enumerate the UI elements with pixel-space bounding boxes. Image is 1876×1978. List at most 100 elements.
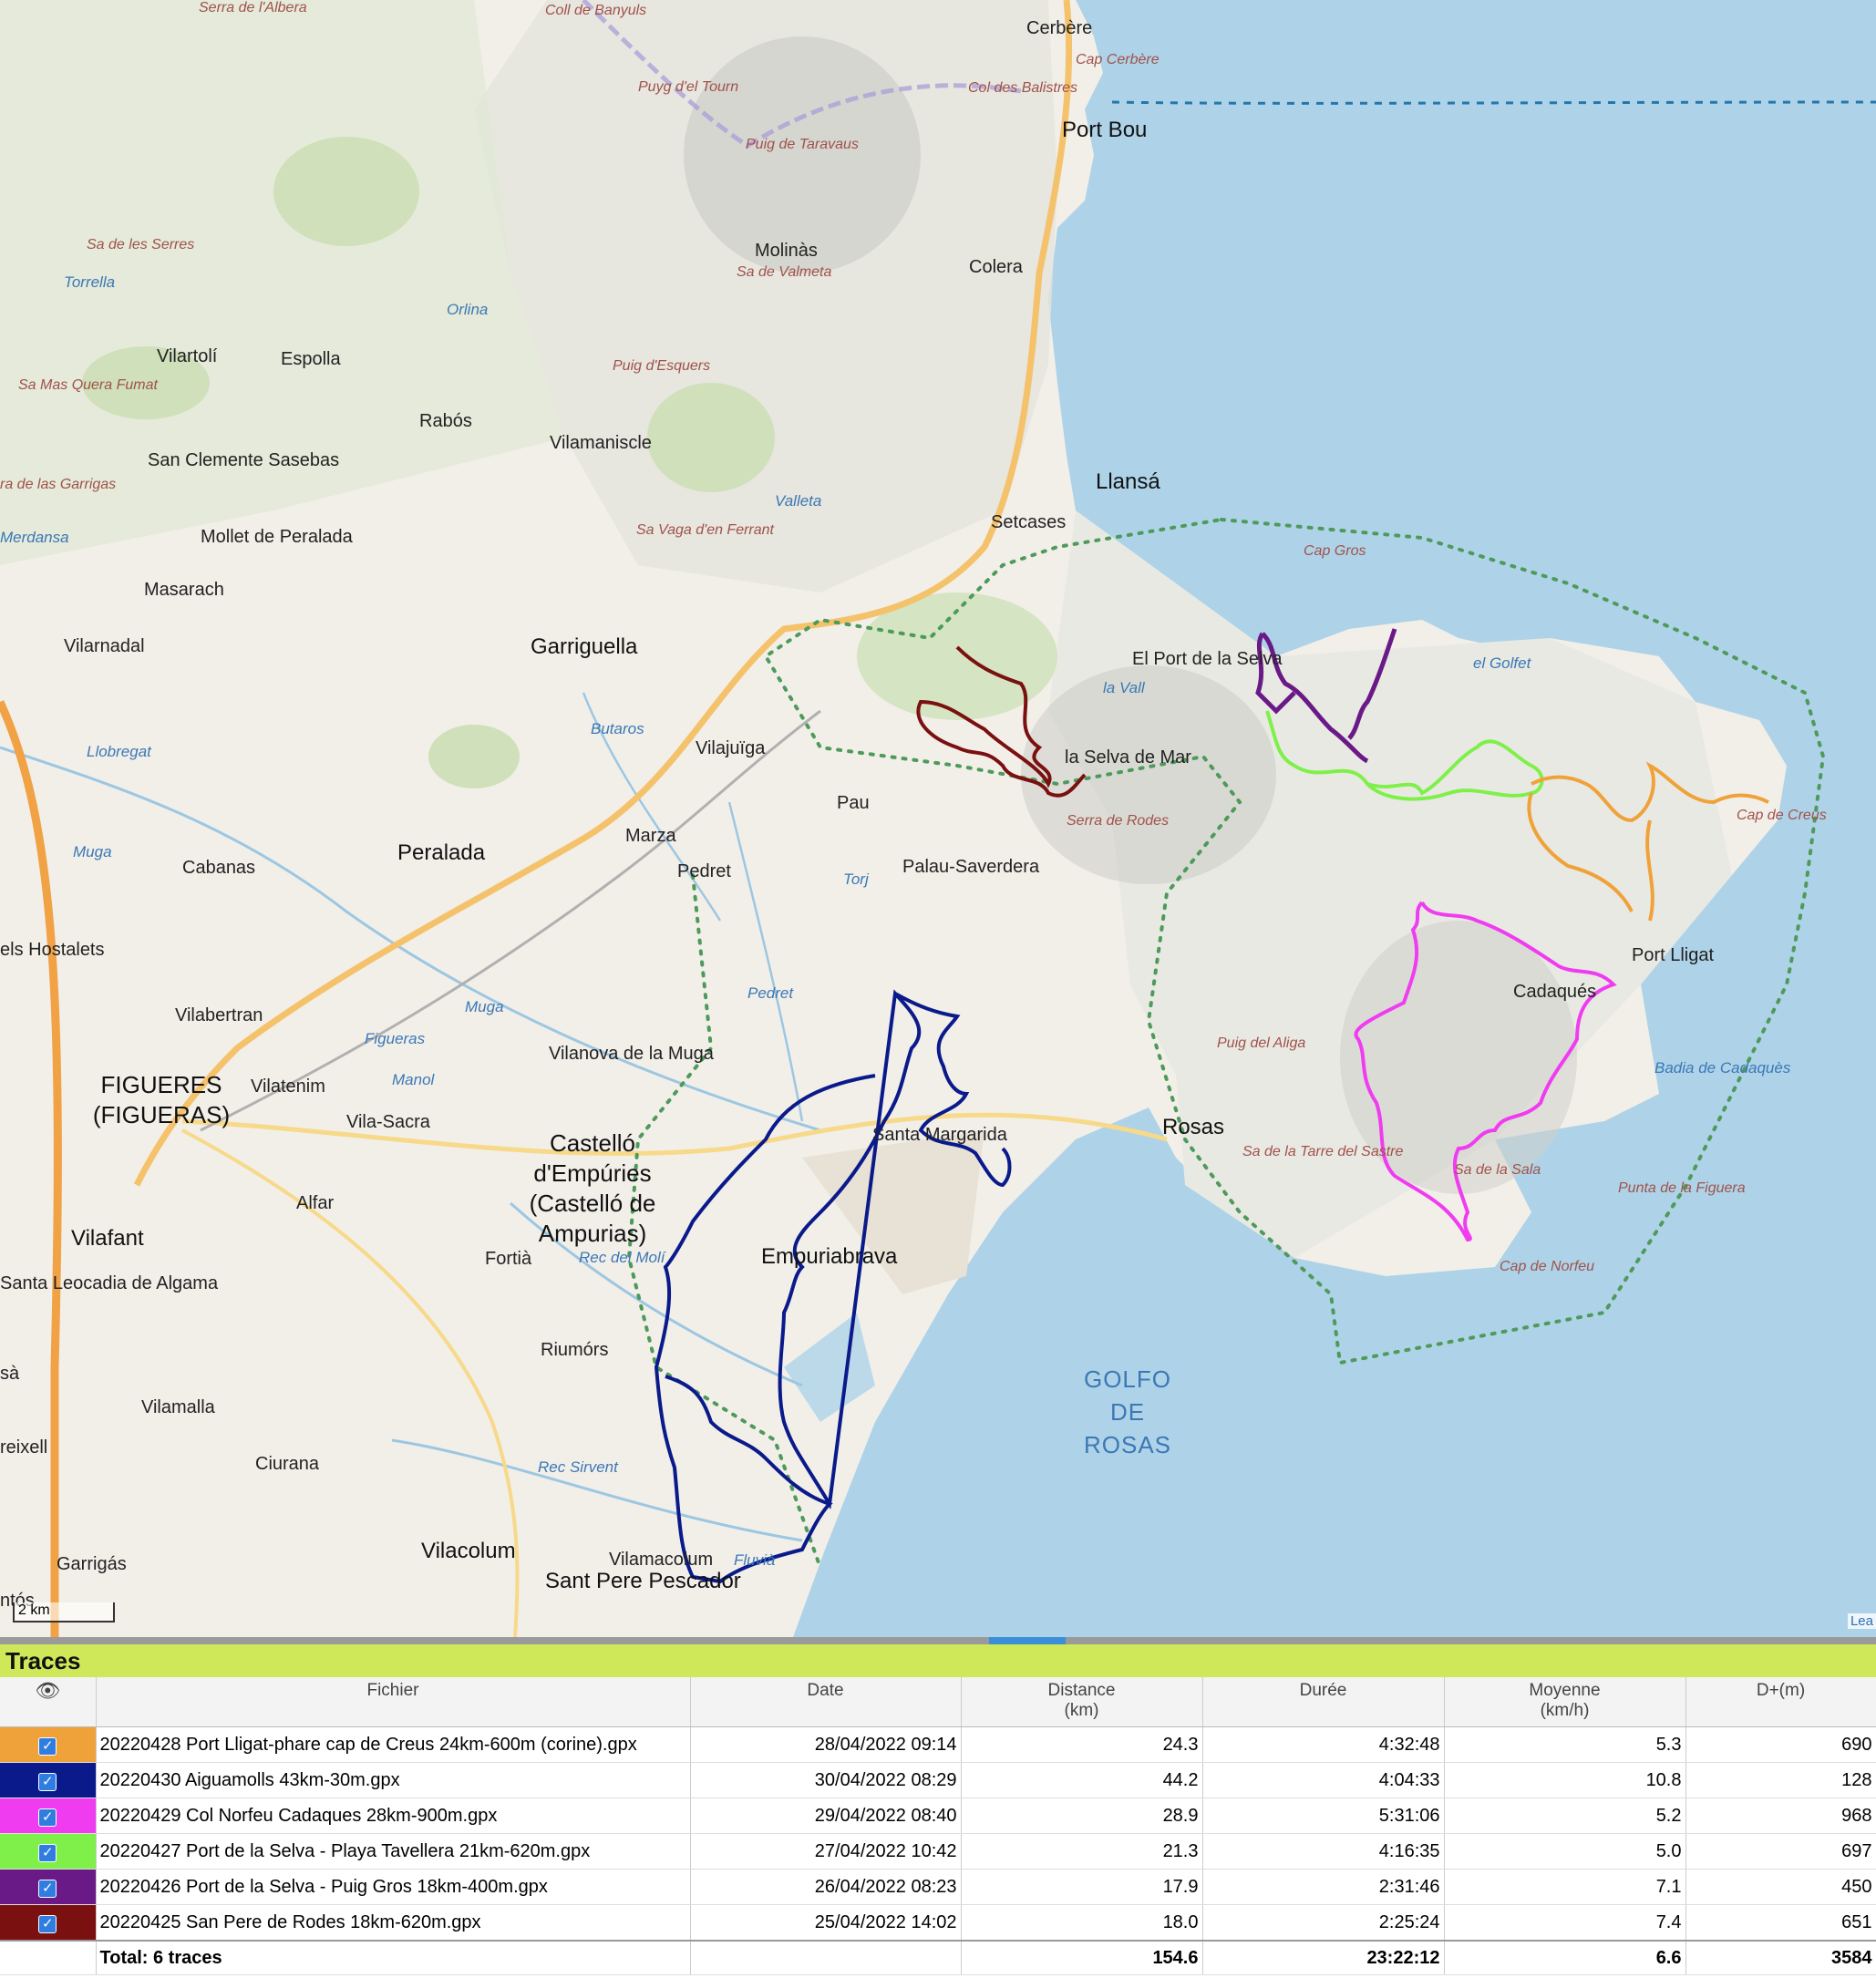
place-label: Rec Sirvent bbox=[538, 1458, 618, 1476]
trace-color-swatch[interactable]: ✓ bbox=[0, 1904, 97, 1942]
visibility-checkbox[interactable]: ✓ bbox=[38, 1843, 57, 1862]
trace-row[interactable]: ✓ 20220427 Port de la Selva - Playa Tavel… bbox=[0, 1833, 1876, 1870]
trace-row[interactable]: ✓ 20220430 Aiguamolls 43km-30m.gpx 30/04/2… bbox=[0, 1762, 1876, 1798]
average-column-header[interactable]: Moyenne (km/h) bbox=[1444, 1677, 1686, 1727]
duration-cell: 4:04:33 bbox=[1202, 1762, 1445, 1798]
place-label: Vilamaniscle bbox=[550, 433, 652, 453]
place-label: Fortià bbox=[485, 1249, 532, 1269]
map-view[interactable]: Serra de l'Albera Coll de Banyuls Cerbère C… bbox=[0, 0, 1876, 1637]
place-label: Puig de Taravaus bbox=[746, 137, 859, 152]
average-cell: 7.4 bbox=[1444, 1904, 1686, 1942]
place-label: els Hostalets bbox=[0, 940, 105, 960]
trace-row[interactable]: ✓ 20220426 Port de la Selva - Puig Gros 1… bbox=[0, 1869, 1876, 1905]
splitter-grip[interactable] bbox=[989, 1637, 1066, 1644]
place-label: Llobregat bbox=[87, 743, 151, 760]
date-cell: 29/04/2022 08:40 bbox=[690, 1798, 962, 1834]
place-label: Cerbère bbox=[1026, 18, 1093, 38]
place-label: Masarach bbox=[144, 580, 224, 600]
place-label: Puyg d'el Tourn bbox=[638, 79, 739, 95]
place-label: Vilatenim bbox=[251, 1077, 325, 1097]
date-cell: 27/04/2022 10:42 bbox=[690, 1833, 962, 1870]
place-label: Muga bbox=[73, 843, 112, 860]
place-label: Valleta bbox=[775, 492, 822, 510]
place-label: Cap Gros bbox=[1304, 543, 1366, 559]
file-cell: 20220430 Aiguamolls 43km-30m.gpx bbox=[96, 1762, 691, 1798]
place-label: Col des Balistres bbox=[968, 80, 1078, 96]
duration-cell: 5:31:06 bbox=[1202, 1798, 1445, 1834]
place-label: Garriguella bbox=[531, 634, 638, 659]
duration-cell: 4:32:48 bbox=[1202, 1726, 1445, 1763]
visibility-checkbox[interactable]: ✓ bbox=[38, 1808, 57, 1827]
scale-label: 2 km bbox=[18, 1602, 50, 1618]
visibility-checkbox[interactable]: ✓ bbox=[38, 1914, 57, 1933]
date-cell: 28/04/2022 09:14 bbox=[690, 1726, 962, 1763]
place-label: Butaros bbox=[591, 720, 644, 737]
place-label: Torrella bbox=[64, 273, 116, 291]
place-label: Vilacolum bbox=[421, 1539, 516, 1563]
trace-row[interactable]: ✓ 20220429 Col Norfeu Cadaques 28km-900m.… bbox=[0, 1798, 1876, 1834]
place-label: GOLFO DE ROSAS bbox=[1083, 1365, 1172, 1458]
date-column-header[interactable]: Date bbox=[690, 1677, 962, 1727]
place-label: Setcases bbox=[991, 512, 1067, 532]
total-climb: 3584 bbox=[1685, 1940, 1876, 1975]
panel-title: Traces bbox=[0, 1644, 1876, 1677]
place-label: Sa de les Serres bbox=[87, 237, 195, 252]
place-label: Espolla bbox=[281, 349, 341, 369]
place-label: Ciurana bbox=[255, 1454, 320, 1474]
place-label: Coll de Banyuls bbox=[545, 3, 647, 18]
place-label: Vilarnadal bbox=[64, 636, 145, 656]
trace-color-swatch[interactable]: ✓ bbox=[0, 1762, 97, 1798]
place-label: Mollet de Peralada bbox=[201, 527, 353, 547]
trace-color-swatch[interactable]: ✓ bbox=[0, 1798, 97, 1834]
trace-row[interactable]: ✓ 20220425 San Pere de Rodes 18km-620m.gp… bbox=[0, 1904, 1876, 1942]
distance-cell: 17.9 bbox=[961, 1869, 1203, 1905]
place-label: Cabanas bbox=[182, 858, 256, 878]
place-label: Orlina bbox=[447, 301, 489, 318]
visibility-column-header[interactable]: 👁 bbox=[0, 1677, 97, 1727]
average-cell: 7.1 bbox=[1444, 1869, 1686, 1905]
duration-column-header[interactable]: Durée bbox=[1202, 1677, 1445, 1727]
place-label: El Port de la Selva bbox=[1132, 649, 1283, 669]
file-column-header[interactable]: Fichier bbox=[96, 1677, 691, 1727]
visibility-checkbox[interactable]: ✓ bbox=[38, 1879, 57, 1898]
place-label: Vila-Sacra bbox=[346, 1112, 430, 1132]
place-label: Muga bbox=[465, 998, 504, 1015]
duration-cell: 2:31:46 bbox=[1202, 1869, 1445, 1905]
place-label: Puig d'Esquers bbox=[613, 358, 711, 374]
climb-cell: 690 bbox=[1685, 1726, 1876, 1763]
average-cell: 10.8 bbox=[1444, 1762, 1686, 1798]
place-label: Vilafant bbox=[71, 1226, 144, 1251]
average-header-unit: (km/h) bbox=[1540, 1701, 1590, 1720]
file-cell: 20220425 San Pere de Rodes 18km-620m.gpx bbox=[96, 1904, 691, 1942]
map-attribution[interactable]: Lea bbox=[1847, 1613, 1876, 1629]
distance-column-header[interactable]: Distance (km) bbox=[961, 1677, 1203, 1727]
place-label: Puig del Aliga bbox=[1217, 1035, 1306, 1051]
visibility-checkbox[interactable]: ✓ bbox=[38, 1736, 57, 1756]
file-cell: 20220427 Port de la Selva - Playa Tavell… bbox=[96, 1833, 691, 1870]
place-label: Santa Margarida bbox=[872, 1125, 1007, 1145]
place-label: Palau-Saverdera bbox=[902, 857, 1040, 877]
place-label: Sant Pere Pescador bbox=[545, 1569, 741, 1593]
file-cell: 20220426 Port de la Selva - Puig Gros 18… bbox=[96, 1869, 691, 1905]
file-cell: 20220428 Port Lligat-phare cap de Creus … bbox=[96, 1726, 691, 1763]
average-cell: 5.2 bbox=[1444, 1798, 1686, 1834]
total-date-cell bbox=[690, 1940, 962, 1975]
place-label: Colera bbox=[969, 257, 1023, 277]
place-label: Serra de l'Albera bbox=[199, 0, 307, 15]
place-label: Punta de la Figuera bbox=[1618, 1180, 1746, 1196]
distance-cell: 44.2 bbox=[961, 1762, 1203, 1798]
trace-color-swatch[interactable]: ✓ bbox=[0, 1726, 97, 1763]
climb-cell: 651 bbox=[1685, 1904, 1876, 1942]
total-duration: 23:22:12 bbox=[1202, 1940, 1445, 1975]
trace-color-swatch[interactable]: ✓ bbox=[0, 1869, 97, 1905]
visibility-checkbox[interactable]: ✓ bbox=[38, 1772, 57, 1791]
trace-color-swatch[interactable]: ✓ bbox=[0, 1833, 97, 1870]
place-label: Port Lligat bbox=[1632, 945, 1715, 965]
climb-column-header[interactable]: D+(m) bbox=[1685, 1677, 1876, 1727]
trace-row[interactable]: ✓ 20220428 Port Lligat-phare cap de Creus… bbox=[0, 1726, 1876, 1763]
place-label: Pedret bbox=[747, 984, 794, 1002]
place-label: Castelló d'Empúries (Castelló de Ampuria… bbox=[529, 1129, 656, 1247]
place-label: Vilanova de la Muga bbox=[549, 1044, 714, 1064]
place-label: Peralada bbox=[397, 840, 486, 865]
panel-splitter[interactable] bbox=[0, 1637, 1876, 1644]
